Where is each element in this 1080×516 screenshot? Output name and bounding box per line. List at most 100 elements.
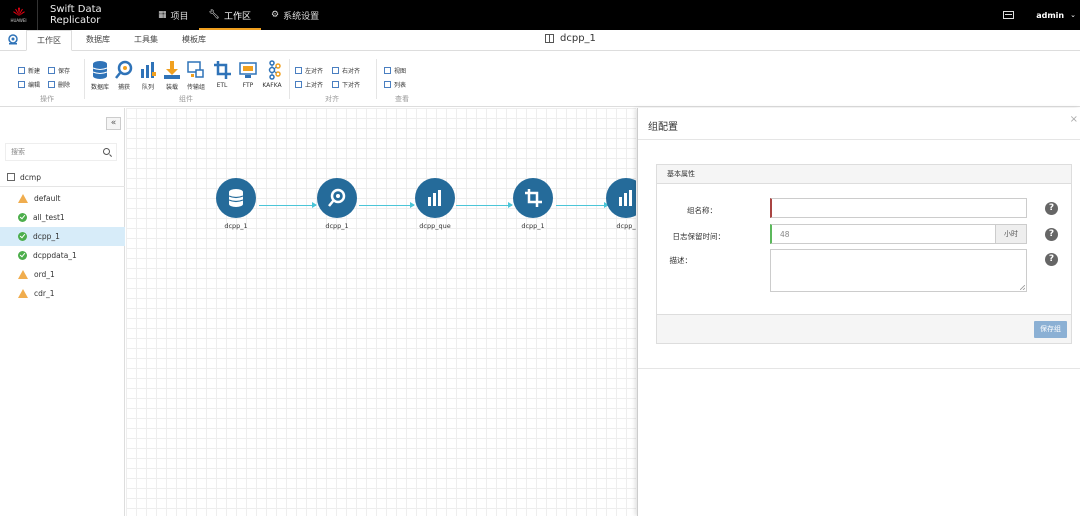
flow-node-database[interactable]: dcpp_1 xyxy=(206,178,266,230)
edit-icon xyxy=(18,81,25,88)
view-list-button[interactable]: 列表 xyxy=(384,80,406,89)
camera-icon xyxy=(8,34,18,45)
brand-text: HUAWEI xyxy=(10,18,27,23)
component-etl-button[interactable]: ETL xyxy=(210,60,234,89)
group-name-input[interactable] xyxy=(770,198,1027,218)
group-config-panel: 组配置 × 基本属性 组名称： ? 日志保留时间： 48 小时 ? 描述： ? … xyxy=(637,108,1080,516)
flow-node-queue[interactable]: dcpp_que xyxy=(405,178,465,230)
save-group-button[interactable]: 保存 xyxy=(48,66,70,75)
check-circle-icon xyxy=(18,251,27,260)
component-load-label: 装载 xyxy=(165,84,178,91)
user-menu[interactable]: admin xyxy=(1036,11,1064,20)
align-top-icon xyxy=(295,81,302,88)
help-icon[interactable]: ? xyxy=(1045,202,1058,215)
nav-projects-label: 项目 xyxy=(170,11,189,22)
delete-button[interactable]: 删除 xyxy=(48,80,70,89)
flow-node-etl[interactable]: dcpp_1 xyxy=(503,178,563,230)
queue-icon xyxy=(141,62,156,78)
capture-icon xyxy=(328,188,346,207)
log-retention-value: 48 xyxy=(780,230,790,239)
component-transfer-group-label: 传输组 xyxy=(186,84,205,91)
tab-templates[interactable]: 模板库 xyxy=(172,30,216,50)
tab-toolset[interactable]: 工具集 xyxy=(124,30,168,50)
ribbon-divider xyxy=(376,59,377,99)
align-right-button[interactable]: 右对齐 xyxy=(332,66,360,75)
component-queue-label: 队列 xyxy=(141,84,154,91)
tree-item-dcppdata-1[interactable]: dcppdata_1 xyxy=(0,246,125,265)
document-title: dcpp_1 xyxy=(545,33,596,44)
check-circle-icon xyxy=(18,213,27,222)
tab-workspace[interactable]: 工作区 xyxy=(26,30,72,51)
align-bottom-button[interactable]: 下对齐 xyxy=(332,80,360,89)
warning-icon xyxy=(18,289,28,298)
queue-icon xyxy=(428,190,441,206)
nav-settings-label: 系统设置 xyxy=(283,11,320,22)
load-icon xyxy=(164,61,180,79)
help-icon[interactable]: ? xyxy=(1045,253,1058,266)
nav-settings[interactable]: ⚙ 系统设置 xyxy=(261,0,329,30)
component-transfer-group-button[interactable]: 传输组 xyxy=(184,60,208,91)
component-load-button[interactable]: 装载 xyxy=(160,60,184,91)
new-button[interactable]: 新建 xyxy=(18,66,40,75)
tree-item-dcpp-1[interactable]: dcpp_1 xyxy=(0,227,125,246)
huawei-logo: HUAWEI xyxy=(0,0,38,30)
ribbon-group-align: 左对齐 右对齐 上对齐 下对齐 对齐 xyxy=(292,51,372,107)
ribbon-group-ops: 新建 保存 编辑 删除 操作 xyxy=(14,51,80,107)
align-bottom-label: 下对齐 xyxy=(342,82,361,89)
component-database-label: 数据库 xyxy=(90,84,109,91)
components-group-label: 组件 xyxy=(179,95,193,103)
new-icon xyxy=(18,67,25,74)
collapse-sidebar-button[interactable]: « xyxy=(106,117,121,130)
kafka-icon xyxy=(268,60,281,80)
tab-database[interactable]: 数据库 xyxy=(76,30,120,50)
wrench-icon: 🔧︎ xyxy=(208,10,220,20)
panel-divider xyxy=(638,368,1080,369)
search-icon[interactable] xyxy=(103,148,110,155)
tree-item-ord-1[interactable]: ord_1 xyxy=(0,265,125,284)
view-diagram-button[interactable]: 视图 xyxy=(384,66,406,75)
new-label: 新建 xyxy=(28,68,41,75)
chevron-down-icon[interactable]: ⌄ xyxy=(1070,11,1076,19)
close-icon[interactable]: × xyxy=(1070,114,1078,125)
component-kafka-label: KAFKA xyxy=(262,82,282,89)
resize-handle-icon[interactable] xyxy=(1020,285,1025,290)
tree-root-dcmp[interactable]: dcmp xyxy=(0,168,125,187)
edit-button[interactable]: 编辑 xyxy=(18,80,40,89)
align-top-button[interactable]: 上对齐 xyxy=(295,80,323,89)
flow-node-load[interactable]: dcpp_ xyxy=(596,178,636,230)
view-group-label: 查看 xyxy=(395,95,409,103)
nav-workspace[interactable]: 🔧︎ 工作区 xyxy=(198,0,262,30)
component-capture-button[interactable]: 捕获 xyxy=(112,60,136,91)
tree-item-label: all_test1 xyxy=(33,213,65,222)
tree-item-cdr-1[interactable]: cdr_1 xyxy=(0,284,125,303)
description-textarea[interactable] xyxy=(770,249,1027,292)
save-group-submit-button[interactable]: 保存组 xyxy=(1034,321,1067,338)
panel-divider xyxy=(638,139,1080,140)
component-queue-button[interactable]: 队列 xyxy=(136,60,160,91)
view-diagram-label: 视图 xyxy=(394,68,407,75)
flow-node-capture[interactable]: dcpp_1 xyxy=(307,178,367,230)
home-tab[interactable] xyxy=(0,29,26,50)
nav-projects[interactable]: ▦ 项目 xyxy=(148,0,199,30)
flow-canvas[interactable]: dcpp_1 dcpp_1 dcpp_que dcpp_1 dcpp_ xyxy=(126,108,636,516)
group-sidebar: « 搜索 dcmp default all_test1 dcpp_1 dcppd… xyxy=(0,108,125,516)
tree-item-all-test1[interactable]: all_test1 xyxy=(0,208,125,227)
align-left-button[interactable]: 左对齐 xyxy=(295,66,323,75)
component-kafka-button[interactable]: KAFKA xyxy=(260,60,284,89)
edit-label: 编辑 xyxy=(28,82,41,89)
ribbon-toolbar: 新建 保存 编辑 删除 操作 数据库 捕获 队列 装载 传输组 ETL FTP … xyxy=(0,51,1080,107)
help-icon[interactable]: ? xyxy=(1045,228,1058,241)
diagram-icon xyxy=(384,67,391,74)
align-top-label: 上对齐 xyxy=(305,82,324,89)
tree-root-label: dcmp xyxy=(20,172,41,182)
component-ftp-button[interactable]: FTP xyxy=(236,60,260,89)
tree-item-default[interactable]: default xyxy=(0,189,125,208)
group-name-label: 组名称： xyxy=(687,206,717,215)
log-retention-input[interactable]: 48 xyxy=(770,224,996,244)
keyboard-icon[interactable] xyxy=(1003,11,1015,19)
ribbon-divider xyxy=(84,59,85,99)
warning-icon xyxy=(18,194,28,203)
sidebar-search-input[interactable]: 搜索 xyxy=(5,143,117,161)
component-ftp-label: FTP xyxy=(242,82,254,89)
component-database-button[interactable]: 数据库 xyxy=(88,60,112,91)
